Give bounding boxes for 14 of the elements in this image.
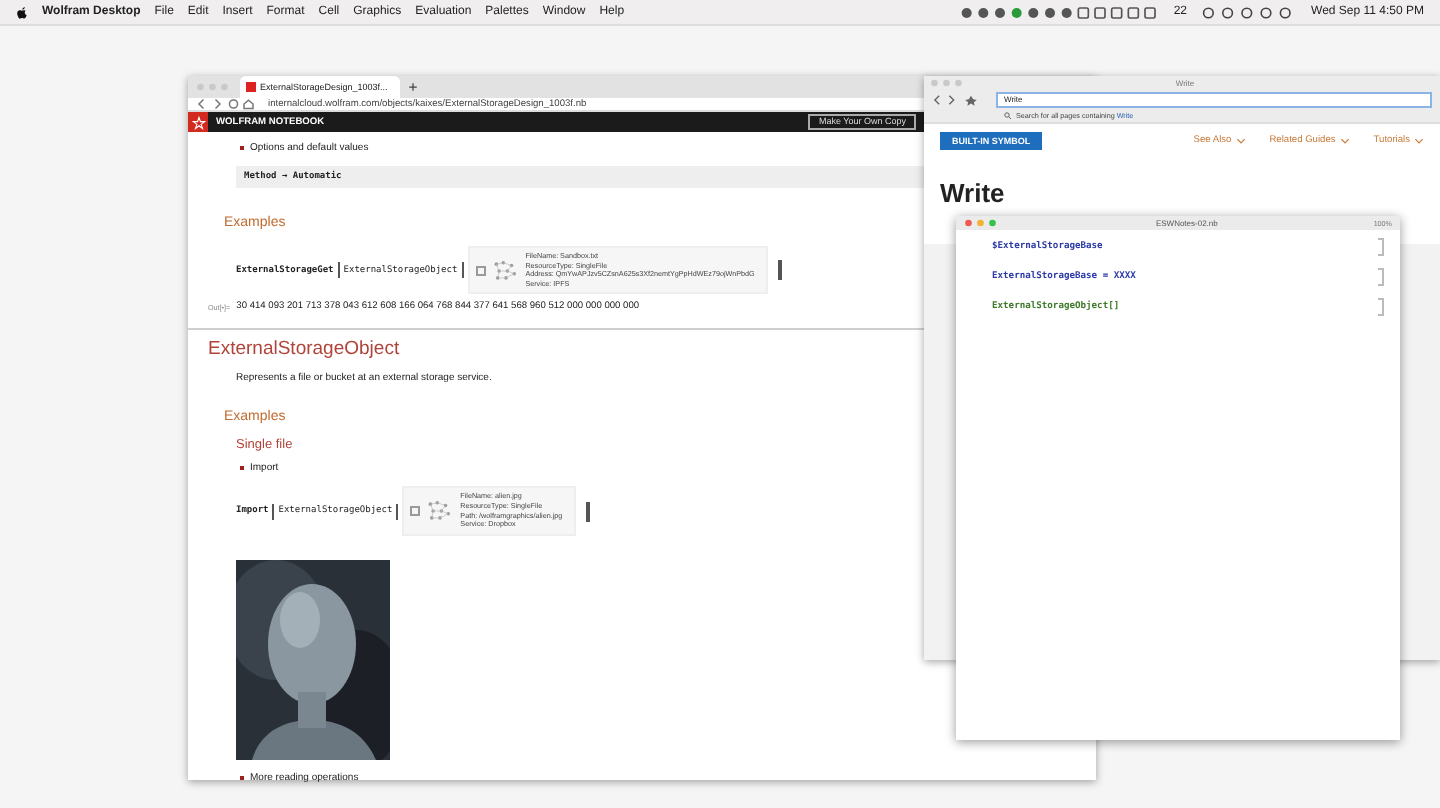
window-controls-icon[interactable] [964,218,1000,228]
title-heading: ExternalStorageObject [208,338,400,361]
caret-icon[interactable] [1235,138,1246,144]
caret-icon[interactable] [1339,138,1350,144]
navigation-icons-drawing[interactable] [196,98,256,110]
expand-icon[interactable] [475,265,486,276]
plus-icon[interactable] [407,82,418,92]
expand-icon[interactable] [410,506,421,517]
graph-icon [426,500,455,523]
caret-icon[interactable] [1414,138,1424,144]
status-icons-drawing[interactable] [959,5,1160,19]
graph-icon [491,259,520,282]
search-icon [1004,112,1012,120]
apple-icon[interactable] [16,5,28,19]
